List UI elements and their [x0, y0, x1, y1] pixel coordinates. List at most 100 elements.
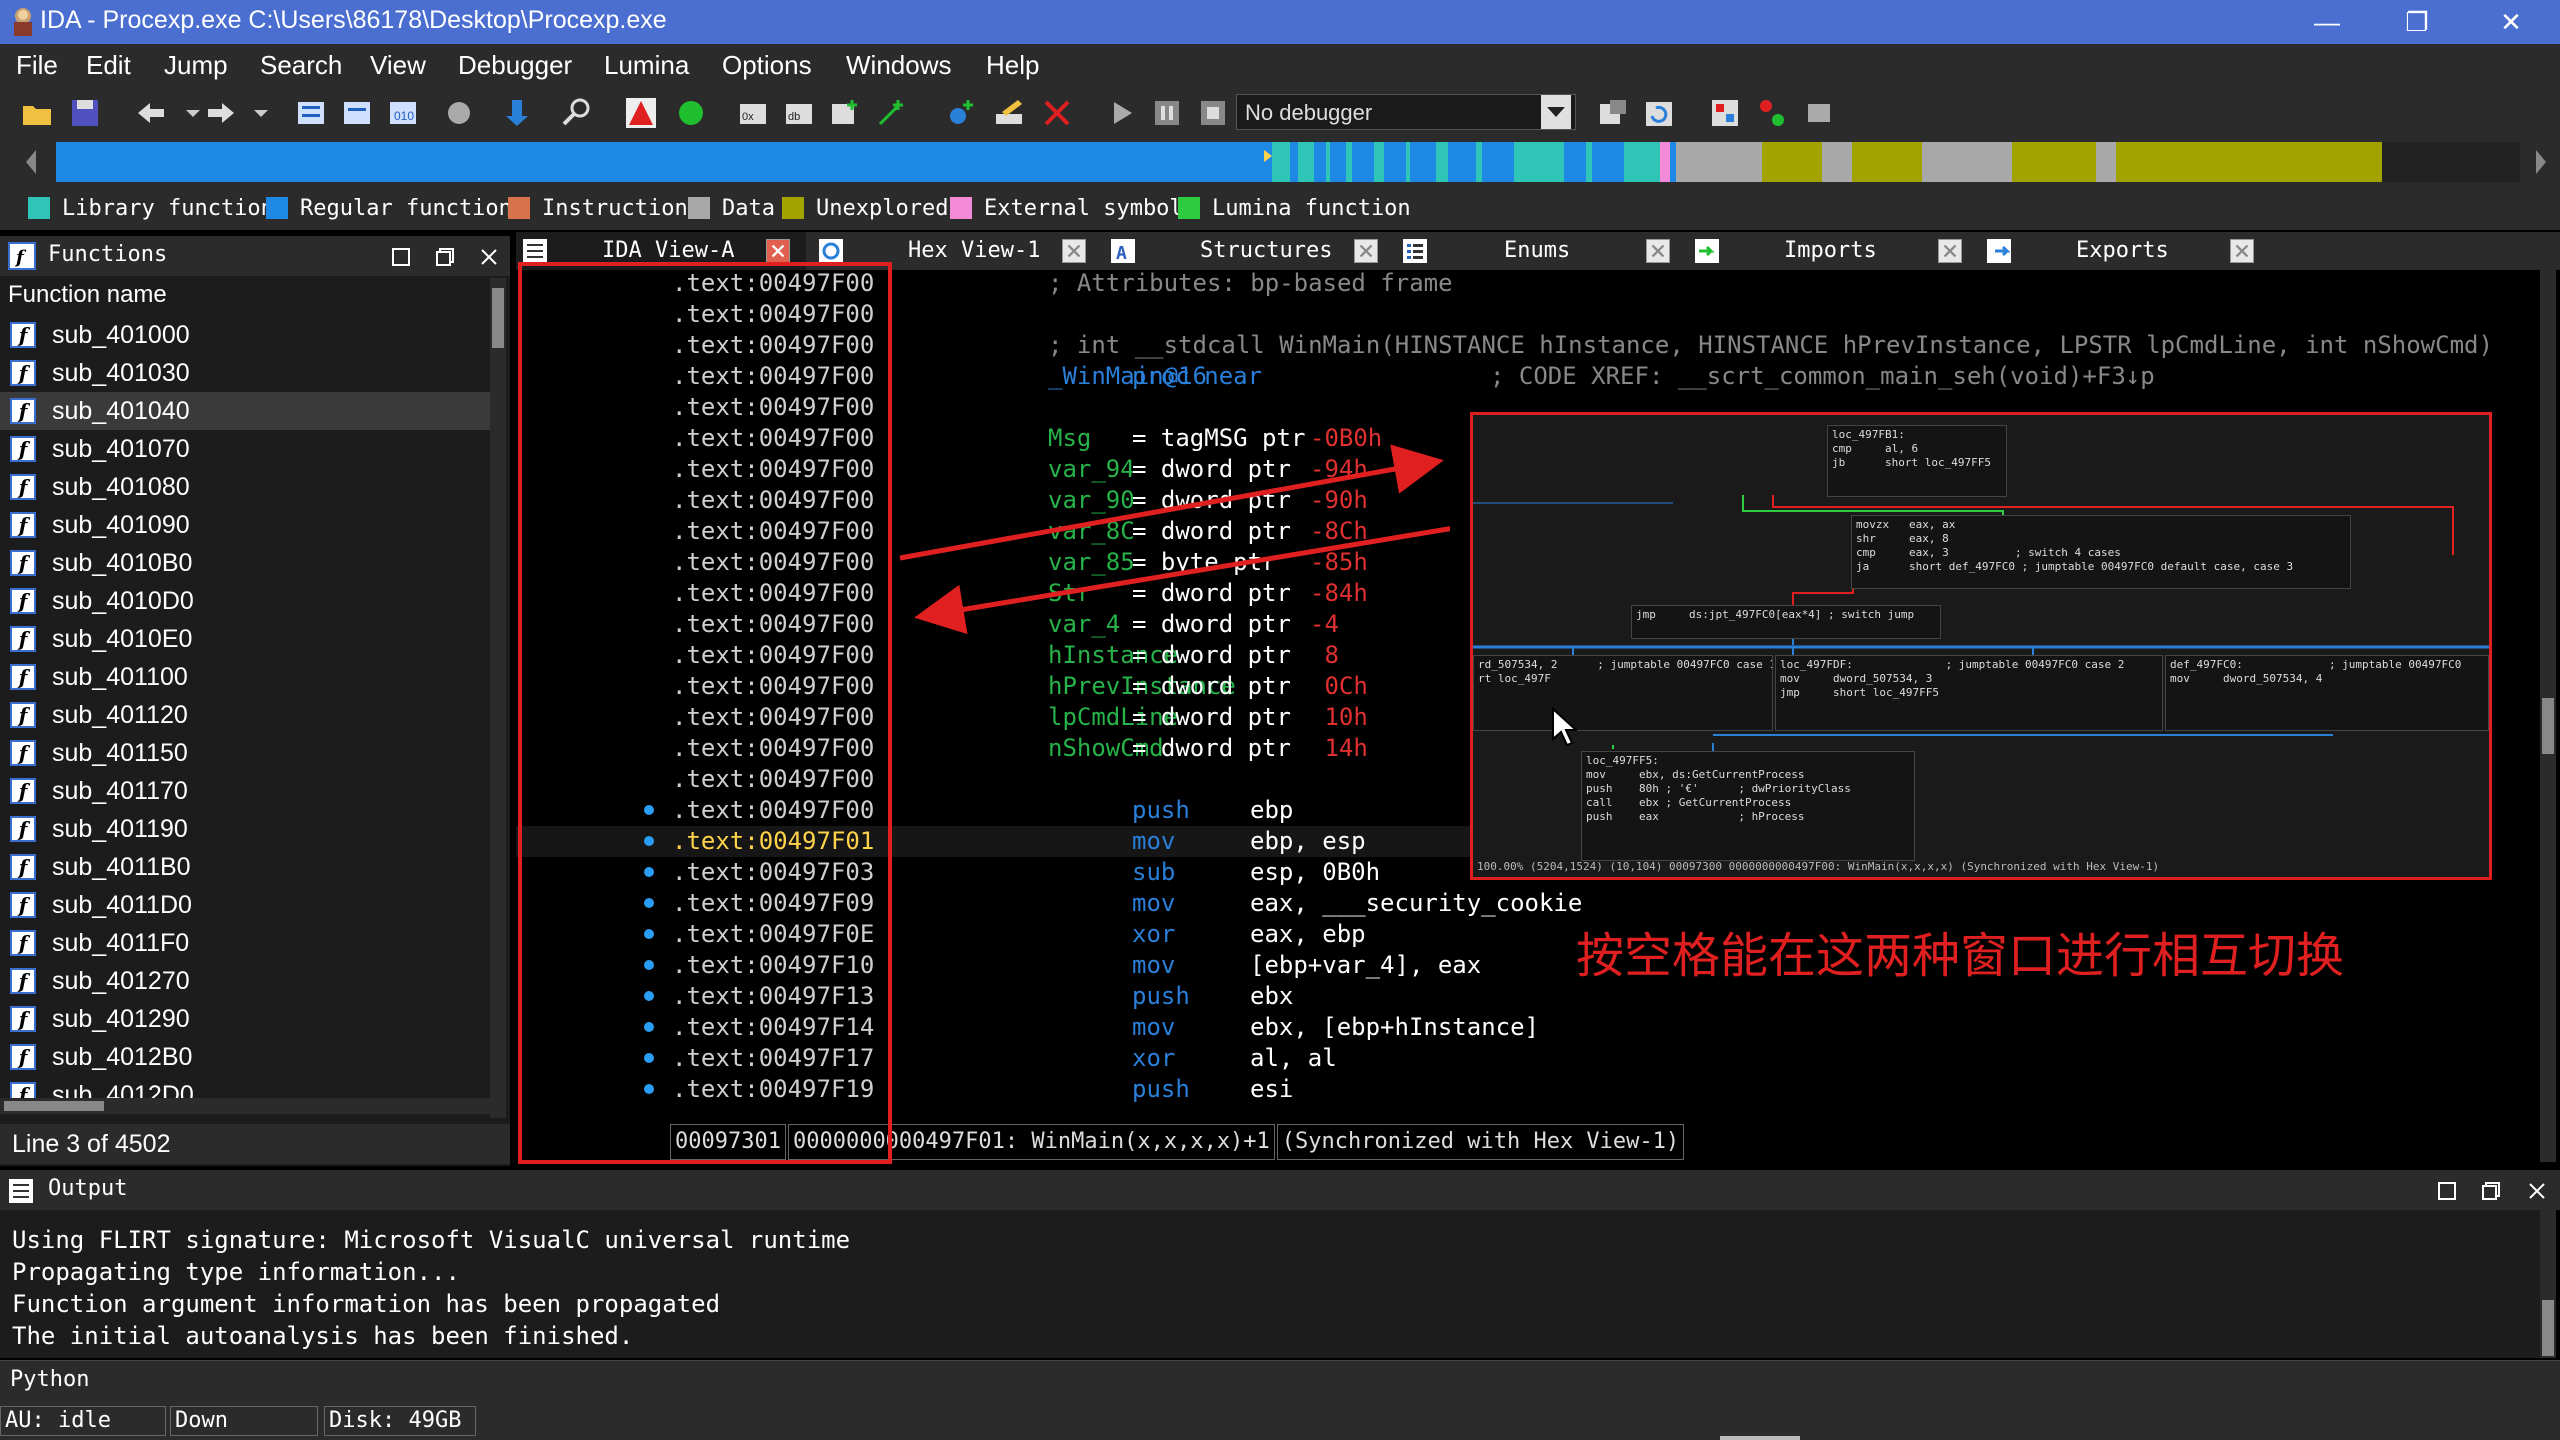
function-list-item[interactable]: f sub_401030 [0, 354, 490, 392]
attach-process-icon[interactable] [1596, 96, 1630, 130]
close-icon[interactable] [1938, 239, 1962, 263]
function-list-item[interactable]: f sub_401000 [0, 316, 490, 354]
warning-icon[interactable] [624, 96, 658, 130]
tab-exports[interactable]: Exports [1980, 232, 2270, 270]
function-list-item[interactable]: f sub_401190 [0, 810, 490, 848]
menu-file[interactable]: File [16, 50, 58, 81]
operands: esi [1250, 1075, 1294, 1103]
maximize-icon[interactable] [2438, 1182, 2456, 1200]
functions-hscrollbar[interactable] [0, 1098, 490, 1114]
navigation-band[interactable] [56, 142, 2520, 182]
flow-chart-icon[interactable] [1756, 96, 1790, 130]
function-list-item[interactable]: f sub_4012B0 [0, 1038, 490, 1076]
tab-enums[interactable]: Enums [1396, 232, 1686, 270]
close-icon[interactable] [2230, 239, 2254, 263]
open-folder-icon[interactable] [20, 96, 54, 130]
python-input-bar[interactable]: Python [0, 1360, 2560, 1403]
refresh-icon[interactable] [1642, 96, 1676, 130]
green-circle-icon[interactable] [674, 96, 708, 130]
nav-left-arrow-icon[interactable] [22, 146, 42, 178]
float-icon[interactable] [2482, 1182, 2500, 1200]
add-xref-icon[interactable] [874, 96, 908, 130]
debugger-select[interactable]: No debugger [1236, 94, 1576, 130]
function-list-item[interactable]: f sub_401040 [0, 392, 490, 430]
output-log[interactable]: Using FLIRT signature: Microsoft VisualC… [0, 1210, 2540, 1358]
menu-windows[interactable]: Windows [846, 50, 951, 81]
tab-structures[interactable]: A Structures [1104, 232, 1394, 270]
chevron-down-icon[interactable] [1541, 95, 1571, 129]
function-list-item[interactable]: f sub_4011B0 [0, 848, 490, 886]
function-list-item[interactable]: f sub_401120 [0, 696, 490, 734]
graph-view-icon[interactable] [1708, 96, 1742, 130]
search-icon[interactable] [560, 96, 594, 130]
edit-icon[interactable] [992, 96, 1026, 130]
function-icon: f [10, 778, 36, 804]
nav-right-arrow-icon[interactable] [2530, 146, 2550, 178]
function-list-item[interactable]: f sub_4011D0 [0, 886, 490, 924]
plugin-icon[interactable] [1802, 96, 1836, 130]
close-icon[interactable] [1646, 239, 1670, 263]
add-code-icon[interactable]: 0x [736, 96, 770, 130]
function-icon: f [10, 626, 36, 652]
menu-edit[interactable]: Edit [86, 50, 131, 81]
python-label[interactable]: Python [10, 1367, 89, 1392]
close-icon[interactable] [2528, 1182, 2546, 1200]
jump-down-icon[interactable] [500, 96, 534, 130]
graph-node: movzx eax, ax shr eax, 8 cmp eax, 3 ; sw… [1851, 515, 2351, 589]
maximize-icon[interactable] [392, 248, 410, 266]
hand-icon[interactable] [442, 96, 476, 130]
menu-lumina[interactable]: Lumina [604, 50, 689, 81]
function-list-item[interactable]: f sub_4010D0 [0, 582, 490, 620]
function-name: sub_401170 [52, 777, 188, 805]
function-list-icon[interactable] [294, 96, 328, 130]
output-scrollbar[interactable] [2540, 1210, 2556, 1358]
scrollbar-thumb[interactable] [2542, 698, 2554, 754]
function-list-item[interactable]: f sub_401070 [0, 430, 490, 468]
stop-icon[interactable] [1196, 96, 1230, 130]
menu-jump[interactable]: Jump [164, 50, 228, 81]
function-list-item[interactable]: f sub_401150 [0, 734, 490, 772]
scrollbar-thumb[interactable] [492, 288, 504, 348]
delete-icon[interactable] [1040, 96, 1074, 130]
add-struct-icon[interactable] [828, 96, 862, 130]
menu-debugger[interactable]: Debugger [458, 50, 572, 81]
scrollbar-thumb[interactable] [2542, 1300, 2554, 1356]
tab-imports[interactable]: Imports [1688, 232, 1978, 270]
strings-icon[interactable]: 010 [386, 96, 420, 130]
functions-scrollbar[interactable] [490, 278, 506, 1118]
add-data-icon[interactable]: db [782, 96, 816, 130]
menu-view[interactable]: View [370, 50, 426, 81]
chevron-down-icon[interactable] [244, 96, 278, 130]
function-list-item[interactable]: f sub_4010B0 [0, 544, 490, 582]
function-name: sub_401290 [52, 1005, 190, 1033]
close-icon[interactable] [1062, 239, 1086, 263]
pause-icon[interactable] [1150, 96, 1184, 130]
back-arrow-icon[interactable] [134, 96, 168, 130]
scrollbar-thumb[interactable] [4, 1101, 104, 1111]
function-list-item[interactable]: f sub_401270 [0, 962, 490, 1000]
forward-arrow-icon[interactable] [204, 96, 238, 130]
menu-options[interactable]: Options [722, 50, 812, 81]
function-list-item[interactable]: f sub_401170 [0, 772, 490, 810]
add-breakpoint-icon[interactable] [944, 96, 978, 130]
disassembly-scrollbar[interactable] [2540, 270, 2556, 1162]
close-icon[interactable] [766, 239, 790, 263]
close-button[interactable]: ✕ [2466, 0, 2556, 44]
save-icon[interactable] [68, 96, 102, 130]
restore-button[interactable]: ❐ [2372, 0, 2462, 44]
float-icon[interactable] [436, 248, 454, 266]
play-icon[interactable] [1104, 96, 1138, 130]
function-list-item[interactable]: f sub_4011F0 [0, 924, 490, 962]
function-list-item[interactable]: f sub_401290 [0, 1000, 490, 1038]
menu-search[interactable]: Search [260, 50, 342, 81]
function-name-column-header[interactable]: Function name [0, 278, 490, 312]
close-icon[interactable] [480, 248, 498, 266]
menu-help[interactable]: Help [986, 50, 1039, 81]
names-icon[interactable] [340, 96, 374, 130]
close-icon[interactable] [1354, 239, 1378, 263]
function-list-item[interactable]: f sub_401090 [0, 506, 490, 544]
minimize-button[interactable]: — [2282, 0, 2372, 44]
function-list-item[interactable]: f sub_401080 [0, 468, 490, 506]
function-list-item[interactable]: f sub_4010E0 [0, 620, 490, 658]
function-list-item[interactable]: f sub_401100 [0, 658, 490, 696]
